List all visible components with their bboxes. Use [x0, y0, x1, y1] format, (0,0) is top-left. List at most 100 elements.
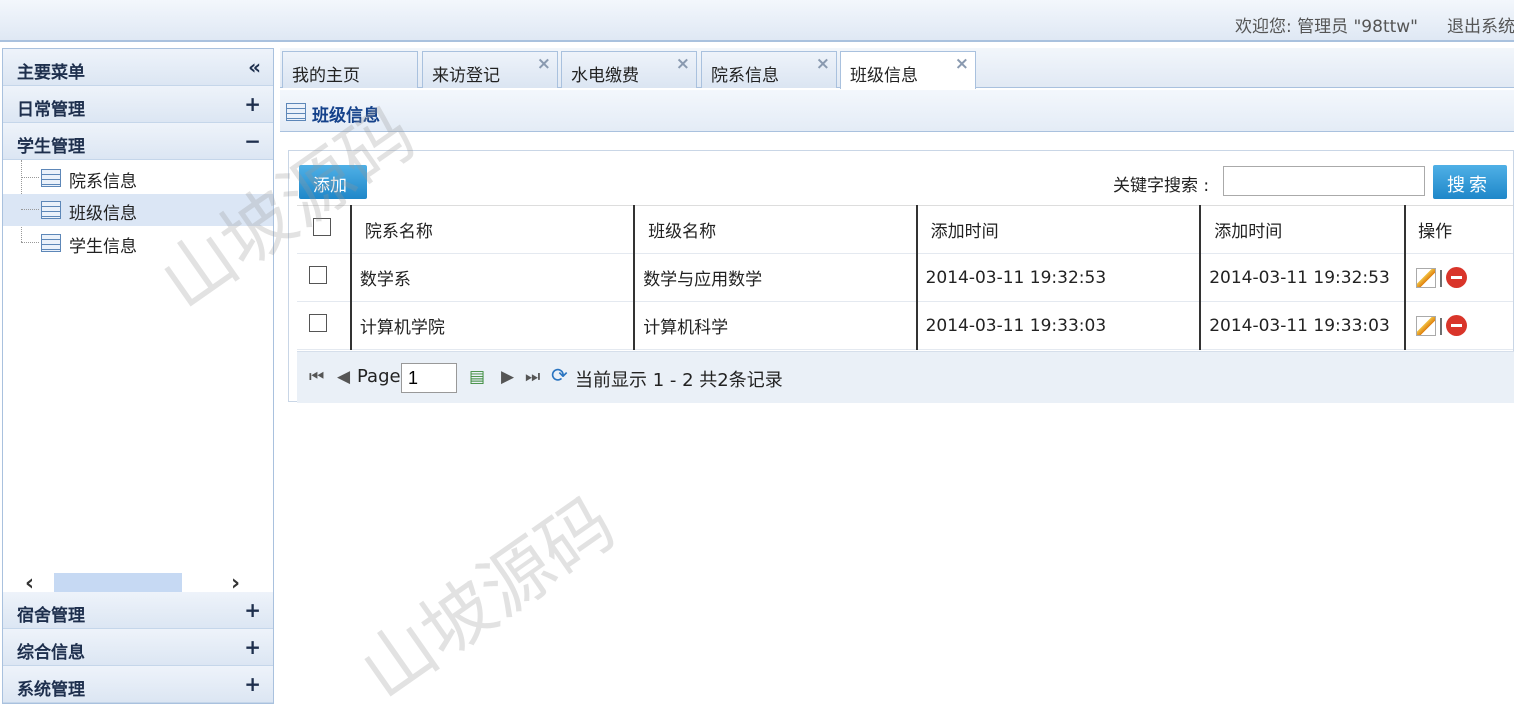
go-page-icon[interactable]: ▤ — [469, 367, 485, 387]
close-icon[interactable]: × — [816, 54, 830, 74]
tab-home[interactable]: 我的主页 — [282, 51, 418, 88]
tab-label: 水电缴费 — [571, 66, 639, 86]
tab-visitor[interactable]: 来访登记 × — [422, 51, 558, 88]
tab-utility[interactable]: 水电缴费 × — [561, 51, 697, 88]
close-icon[interactable]: × — [955, 54, 969, 74]
student-tree: 院系信息 班级信息 学生信息 — [3, 160, 273, 260]
table-icon — [41, 201, 61, 219]
sidebar: 主要菜单 « 日常管理 + 学生管理 − 院系信息 班级信息 学生信息 ‹ › — [2, 48, 274, 704]
panel-student[interactable]: 学生管理 − — [3, 123, 273, 160]
table-row[interactable]: 数学系 数学与应用数学 2014-03-11 19:32:53 2014-03-… — [297, 253, 1513, 302]
cell-time: 2014-03-11 19:32:53 — [1199, 253, 1406, 302]
refresh-icon[interactable]: ⟳ — [551, 363, 568, 387]
tree-branch — [21, 209, 39, 210]
table-icon — [41, 234, 61, 252]
sidebar-item-student[interactable]: 学生信息 — [3, 227, 273, 259]
collapse-panel-icon[interactable]: − — [244, 129, 261, 153]
logout-link[interactable]: 退出系统 — [1447, 12, 1514, 37]
close-icon[interactable]: × — [676, 54, 690, 74]
top-header: 欢迎您: 管理员 "98ttw" 退出系统 — [0, 0, 1514, 42]
row-actions: | — [1404, 253, 1513, 302]
action-separator: | — [1438, 315, 1444, 336]
sidebar-title-label: 主要菜单 — [17, 63, 85, 83]
panel-general[interactable]: 综合信息 + — [3, 629, 273, 666]
last-page-icon[interactable]: ⏭ — [525, 367, 540, 387]
page-number-input[interactable] — [401, 363, 457, 393]
panel-student-label: 学生管理 — [17, 137, 85, 157]
column-header[interactable]: 添加时间 — [1199, 205, 1406, 254]
column-header[interactable]: 添加时间 — [915, 205, 1201, 254]
next-page-icon[interactable]: ▶ — [501, 367, 514, 387]
page-title: 班级信息 — [312, 106, 380, 126]
search-input[interactable] — [1223, 166, 1425, 196]
panel-dorm[interactable]: 宿舍管理 + — [3, 592, 273, 629]
row-select-cell — [297, 253, 351, 302]
sidebar-item-label: 学生信息 — [69, 237, 137, 257]
column-header[interactable]: 班级名称 — [633, 205, 917, 254]
row-checkbox[interactable] — [309, 314, 327, 332]
grid-toolbar: 添加 关键字搜索 : 搜索 — [289, 151, 1514, 205]
table-row[interactable]: 计算机学院 计算机科学 2014-03-11 19:33:03 2014-03-… — [297, 301, 1513, 350]
content-header: 班级信息 — [280, 90, 1514, 132]
page-label: Page — [357, 366, 401, 387]
grid-panel: 添加 关键字搜索 : 搜索 院系名称 班级名称 添加时间 添加时间 操作 数学系… — [288, 150, 1514, 403]
class-table: 院系名称 班级名称 添加时间 添加时间 操作 数学系 数学与应用数学 2014-… — [297, 205, 1513, 350]
panel-general-label: 综合信息 — [17, 643, 85, 663]
tab-label: 我的主页 — [292, 66, 360, 86]
tab-bar: 我的主页 来访登记 × 水电缴费 × 院系信息 × 班级信息 × — [280, 48, 1514, 89]
welcome-text: 欢迎您: 管理员 "98ttw" — [1234, 17, 1418, 37]
table-icon — [286, 103, 306, 121]
search-button[interactable]: 搜索 — [1433, 165, 1507, 199]
expand-icon[interactable]: + — [244, 598, 261, 622]
table-icon — [41, 169, 61, 187]
panel-system-label: 系统管理 — [17, 680, 85, 700]
expand-icon[interactable]: + — [244, 672, 261, 696]
cell-time: 2014-03-11 19:32:53 — [915, 253, 1201, 302]
close-icon[interactable]: × — [537, 54, 551, 74]
search-label: 关键字搜索 : — [1113, 176, 1210, 196]
tab-dept[interactable]: 院系信息 × — [701, 51, 837, 88]
cell-time: 2014-03-11 19:33:03 — [1199, 301, 1406, 350]
collapse-icon[interactable]: « — [248, 55, 261, 79]
column-header[interactable]: 院系名称 — [349, 205, 635, 254]
first-page-icon[interactable]: ⏮ — [309, 367, 324, 387]
select-all-checkbox[interactable] — [313, 218, 331, 236]
edit-icon[interactable] — [1416, 267, 1437, 288]
edit-icon[interactable] — [1416, 315, 1437, 336]
panel-system[interactable]: 系统管理 + — [3, 666, 273, 703]
sidebar-item-dept[interactable]: 院系信息 — [3, 162, 273, 194]
cell-class: 计算机科学 — [633, 301, 917, 350]
sidebar-title: 主要菜单 « — [3, 49, 273, 86]
panel-dorm-label: 宿舍管理 — [17, 606, 85, 626]
delete-icon[interactable] — [1445, 315, 1467, 336]
tab-label: 来访登记 — [432, 66, 500, 86]
sidebar-item-label: 院系信息 — [69, 172, 137, 192]
add-button[interactable]: 添加 — [299, 165, 367, 199]
tree-branch — [21, 177, 39, 178]
bottom-panels: 宿舍管理 + 综合信息 + 系统管理 + — [3, 592, 273, 703]
tab-label: 院系信息 — [711, 66, 779, 86]
delete-icon[interactable] — [1445, 267, 1467, 288]
panel-daily-label: 日常管理 — [17, 100, 85, 120]
expand-icon[interactable]: + — [244, 635, 261, 659]
table-header-row: 院系名称 班级名称 添加时间 添加时间 操作 — [297, 205, 1513, 254]
cell-dept: 数学系 — [349, 253, 635, 302]
select-all-cell — [297, 205, 351, 254]
cell-dept: 计算机学院 — [349, 301, 635, 350]
sidebar-item-label: 班级信息 — [69, 204, 137, 224]
tab-label: 班级信息 — [850, 66, 918, 86]
pager-status: 当前显示 1 - 2 共2条记录 — [575, 370, 783, 391]
action-separator: | — [1438, 267, 1444, 288]
row-actions: | — [1404, 301, 1513, 350]
main-area: 我的主页 来访登记 × 水电缴费 × 院系信息 × 班级信息 × 班级信息 添加… — [280, 48, 1514, 704]
prev-page-icon[interactable]: ◀ — [337, 367, 350, 387]
row-checkbox[interactable] — [309, 266, 327, 284]
panel-daily[interactable]: 日常管理 + — [3, 86, 273, 123]
tab-class[interactable]: 班级信息 × — [840, 51, 976, 89]
cell-time: 2014-03-11 19:33:03 — [915, 301, 1201, 350]
cell-class: 数学与应用数学 — [633, 253, 917, 302]
expand-icon[interactable]: + — [244, 92, 261, 116]
tree-branch — [21, 242, 39, 243]
column-header: 操作 — [1404, 205, 1513, 254]
sidebar-item-class[interactable]: 班级信息 — [3, 194, 273, 226]
